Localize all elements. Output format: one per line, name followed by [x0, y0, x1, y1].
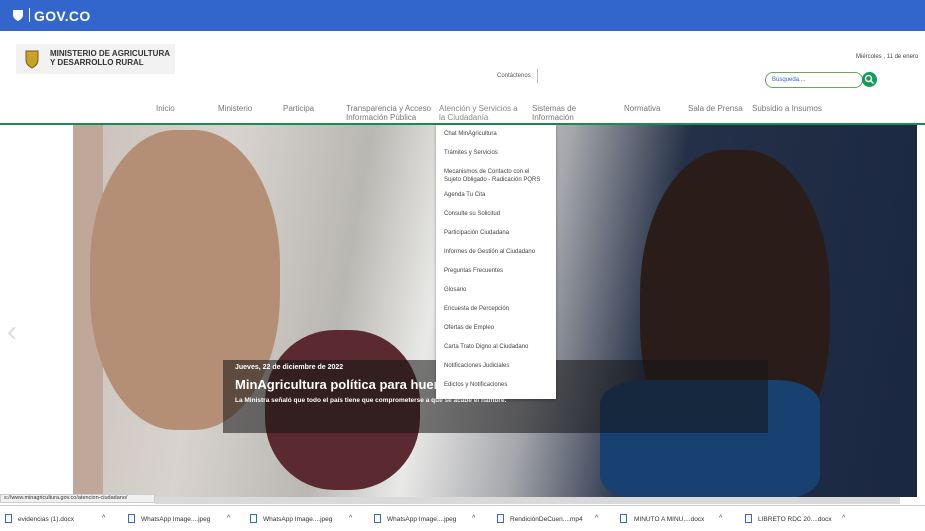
nav-atencion-ciudadania[interactable]: Atención y Servicios a la Ciudadanía [439, 104, 518, 122]
govco-brand[interactable]: GOV.CO [34, 8, 91, 24]
chevron-up-icon[interactable]: ^ [227, 515, 230, 522]
word-file-icon [5, 514, 12, 523]
govco-bar: GOV.CO [0, 0, 925, 31]
download-item[interactable]: RendiciónDeCuen....mp4 [510, 516, 583, 523]
downloads-bar: evidencias (1).docx ^ WhatsApp Image....… [0, 505, 925, 531]
search-button[interactable] [862, 72, 877, 87]
search-placeholder: Búsqueda.... [772, 77, 806, 83]
download-item[interactable]: evidencias (1).docx [18, 516, 74, 523]
word-file-icon [620, 514, 627, 523]
chevron-up-icon[interactable]: ^ [349, 515, 352, 522]
menu-item-agenda[interactable]: Agenda Tu Cita [444, 192, 552, 199]
video-file-icon [497, 514, 504, 523]
search-input[interactable]: Búsqueda.... [765, 72, 863, 88]
chevron-up-icon[interactable]: ^ [102, 515, 105, 522]
menu-item-edictos[interactable]: Edictos y Notificaciones [444, 382, 552, 389]
nav-subsidio-insumos[interactable]: Subsidio a Insumos [752, 104, 822, 113]
atencion-dropdown-menu: Chat MinAgricultura Trámites y Servicios… [436, 125, 556, 399]
nav-transparencia-line2: Información Pública [346, 113, 417, 122]
nav-inicio[interactable]: Inicio [156, 104, 175, 113]
download-item[interactable]: LIBRETO RDC 20....docx [758, 516, 832, 523]
word-file-icon [745, 514, 752, 523]
chevron-up-icon[interactable]: ^ [472, 515, 475, 522]
image-file-icon [128, 514, 135, 523]
menu-item-chat[interactable]: Chat MinAgricultura [444, 131, 552, 138]
menu-item-glosario[interactable]: Glosario [444, 287, 552, 294]
ministry-name-line1: MINISTERIO DE AGRICULTURA [50, 49, 170, 58]
nav-atencion-line1: Atención y Servicios a [439, 104, 518, 113]
govbar-separator [29, 8, 30, 22]
colombia-shield-icon [13, 10, 23, 21]
nav-ministerio[interactable]: Ministerio [218, 104, 252, 113]
ministry-logo[interactable]: MINISTERIO DE AGRICULTURA Y DESARROLLO R… [16, 44, 175, 74]
menu-item-participacion[interactable]: Participación Ciudadana [444, 230, 552, 237]
nav-sistemas-line1: Sistemas de [532, 104, 577, 113]
download-item[interactable]: WhatsApp Image....jpeg [263, 516, 332, 523]
status-url: s://www.minagricultura.gov.co/atencion-c… [4, 495, 128, 501]
menu-item-tramites[interactable]: Trámites y Servicios [444, 150, 552, 157]
contact-separator [537, 69, 538, 83]
hero-left-margin [0, 125, 73, 497]
carousel-prev-icon[interactable]: ‹ [7, 315, 17, 349]
nav-sistemas-informacion[interactable]: Sistemas de Información [532, 104, 576, 122]
nav-sala-prensa[interactable]: Sala de Prensa [688, 104, 743, 113]
menu-item-ofertas[interactable]: Ofertas de Empleo [444, 325, 552, 332]
image-file-icon [250, 514, 257, 523]
nav-transparencia[interactable]: Transparencia y Acceso Información Públi… [346, 104, 431, 122]
menu-item-encuesta[interactable]: Encuesta de Percepción [444, 306, 552, 313]
download-item[interactable]: MINUTO A MINU....docx [634, 516, 704, 523]
nav-sistemas-line2: Información [532, 113, 574, 122]
search-icon [864, 74, 875, 85]
menu-item-mecanismos-line1[interactable]: Mecanismos de Contacto con el [444, 169, 552, 176]
coat-of-arms-icon [25, 50, 39, 69]
menu-item-notificaciones[interactable]: Notificaciones Judiciales [444, 363, 552, 370]
menu-item-preguntas[interactable]: Preguntas Frecuentes [444, 268, 552, 275]
menu-item-mecanismos-line2[interactable]: Sujeto Obligado - Radicación PQRS [444, 177, 552, 184]
ministry-name-line2: Y DESARROLLO RURAL [50, 58, 144, 67]
ministry-name: MINISTERIO DE AGRICULTURA Y DESARROLLO R… [50, 49, 170, 67]
nav-participa[interactable]: Participa [283, 104, 314, 113]
news-date: Jueves, 22 de diciembre de 2022 [235, 364, 344, 371]
chevron-up-icon[interactable]: ^ [842, 515, 845, 522]
contact-link[interactable]: Contáctenos [497, 73, 531, 79]
chevron-up-icon[interactable]: ^ [719, 515, 722, 522]
menu-item-consulte[interactable]: Consulte su Solicitud [444, 211, 552, 218]
chevron-up-icon[interactable]: ^ [595, 515, 598, 522]
menu-item-carta[interactable]: Carta Trato Digno al Ciudadano [444, 344, 552, 351]
nav-normativa[interactable]: Normativa [624, 104, 660, 113]
nav-transparencia-line1: Transparencia y Acceso [346, 104, 432, 113]
current-date: Miércoles , 11 de enero [856, 54, 919, 60]
status-url-bar: s://www.minagricultura.gov.co/atencion-c… [0, 494, 155, 503]
download-item[interactable]: WhatsApp Image....jpeg [387, 516, 456, 523]
download-item[interactable]: WhatsApp Image....jpeg [141, 516, 210, 523]
horizontal-scrollbar[interactable] [155, 497, 900, 504]
nav-atencion-line2: la Ciudadanía [439, 113, 489, 122]
menu-item-informes[interactable]: Informes de Gestión al Ciudadano [444, 249, 552, 256]
image-file-icon [374, 514, 381, 523]
